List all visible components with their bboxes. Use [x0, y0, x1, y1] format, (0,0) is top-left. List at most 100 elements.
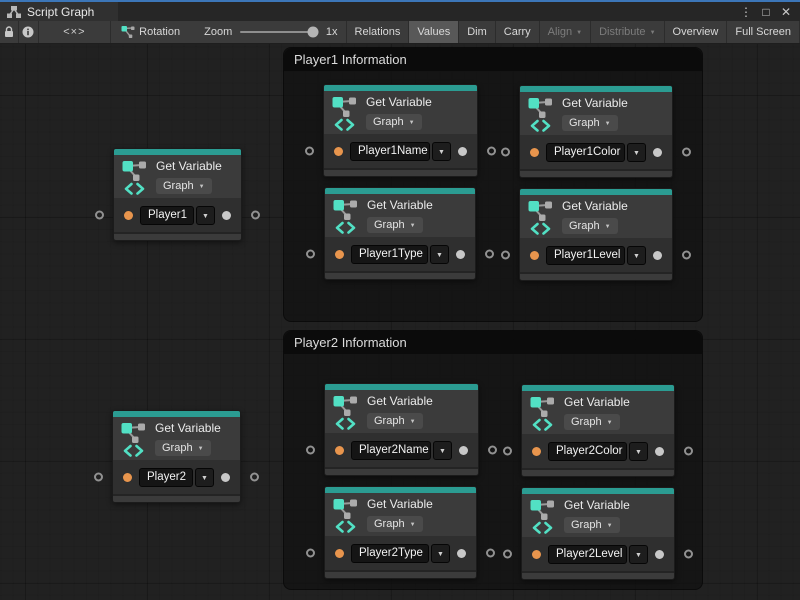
variable-name-port[interactable] — [530, 251, 539, 260]
node-header[interactable]: Get Variable Graph ▼ — [325, 390, 478, 433]
node-header[interactable]: Get Variable Graph ▼ — [324, 91, 477, 134]
variable-name-port[interactable] — [334, 147, 343, 156]
variable-scope-dropdown[interactable]: Graph ▼ — [564, 517, 620, 533]
value-output-port[interactable] — [457, 549, 466, 558]
output-connection-port[interactable] — [682, 148, 691, 157]
lock-button[interactable] — [0, 21, 18, 43]
node-header[interactable]: Get Variable Graph ▼ — [325, 493, 476, 536]
get-variable-node[interactable]: Get Variable Graph ▼ Player2Level ▼ — [521, 487, 675, 580]
variable-dropdown-arrow[interactable]: ▼ — [627, 246, 646, 265]
get-variable-node[interactable]: Get Variable Graph ▼ Player1Level ▼ — [519, 188, 673, 281]
variable-name-dropdown[interactable]: Player2Type — [351, 544, 429, 563]
value-output-port[interactable] — [222, 211, 231, 220]
menu-icon[interactable]: ⋮ — [738, 5, 754, 19]
get-variable-node[interactable]: Get Variable Graph ▼ Player2 ▼ — [112, 410, 241, 503]
variable-scope-dropdown[interactable]: Graph ▼ — [367, 217, 423, 233]
variable-name-dropdown[interactable]: Player2 — [139, 468, 193, 487]
variable-dropdown-arrow[interactable]: ▼ — [196, 206, 215, 225]
variable-name-dropdown[interactable]: Player1 — [140, 206, 194, 225]
get-variable-node[interactable]: Get Variable Graph ▼ Player2Type ▼ — [324, 486, 477, 579]
variable-name-port[interactable] — [530, 148, 539, 157]
toolbar-button-relations[interactable]: Relations — [346, 21, 409, 43]
variable-name-dropdown[interactable]: Player2Color — [548, 442, 627, 461]
variable-name-port[interactable] — [335, 446, 344, 455]
tab-script-graph[interactable]: Script Graph — [0, 0, 118, 21]
node-header[interactable]: Get Variable Graph ▼ — [114, 155, 241, 198]
get-variable-node[interactable]: Get Variable Graph ▼ Player1Type ▼ — [324, 187, 476, 280]
variable-dropdown-arrow[interactable]: ▼ — [432, 142, 451, 161]
variable-name-port[interactable] — [335, 549, 344, 558]
toolbar-button-dim[interactable]: Dim — [458, 21, 495, 43]
output-connection-port[interactable] — [486, 549, 495, 558]
info-button[interactable] — [19, 21, 38, 43]
toolbar-button-values[interactable]: Values — [408, 21, 458, 43]
input-connection-port[interactable] — [306, 250, 315, 259]
variable-name-dropdown[interactable]: Player1Type — [351, 245, 428, 264]
variable-name-dropdown[interactable]: Player1Color — [546, 143, 625, 162]
output-connection-port[interactable] — [684, 447, 693, 456]
output-connection-port[interactable] — [485, 250, 494, 259]
variable-name-dropdown[interactable]: Player2Level — [548, 545, 627, 564]
variable-name-port[interactable] — [123, 473, 132, 482]
input-connection-port[interactable] — [501, 251, 510, 260]
node-header[interactable]: Get Variable Graph ▼ — [522, 494, 674, 537]
output-connection-port[interactable] — [250, 473, 259, 482]
value-output-port[interactable] — [653, 251, 662, 260]
input-connection-port[interactable] — [503, 447, 512, 456]
variable-scope-dropdown[interactable]: Graph ▼ — [367, 516, 423, 532]
node-header[interactable]: Get Variable Graph ▼ — [325, 194, 475, 237]
variable-name-dropdown[interactable]: Player1Level — [546, 246, 625, 265]
input-connection-port[interactable] — [94, 473, 103, 482]
get-variable-node[interactable]: Get Variable Graph ▼ Player1Name ▼ — [323, 84, 478, 177]
zoom-slider[interactable] — [240, 31, 318, 33]
code-view-button[interactable]: <×> — [38, 21, 110, 43]
get-variable-node[interactable]: Get Variable Graph ▼ Player2Color ▼ — [521, 384, 675, 477]
variable-scope-dropdown[interactable]: Graph ▼ — [156, 178, 212, 194]
variable-scope-dropdown[interactable]: Graph ▼ — [366, 114, 422, 130]
input-connection-port[interactable] — [305, 147, 314, 156]
get-variable-node[interactable]: Get Variable Graph ▼ Player2Name ▼ — [324, 383, 479, 476]
toolbar-button-overview[interactable]: Overview — [664, 21, 727, 43]
value-output-port[interactable] — [459, 446, 468, 455]
graph-canvas[interactable]: Player1 InformationPlayer2 Information G… — [0, 44, 800, 600]
input-connection-port[interactable] — [306, 549, 315, 558]
variable-scope-dropdown[interactable]: Graph ▼ — [564, 414, 620, 430]
variable-name-port[interactable] — [532, 550, 541, 559]
variable-name-port[interactable] — [532, 447, 541, 456]
variable-dropdown-arrow[interactable]: ▼ — [629, 545, 648, 564]
toolbar-button-full-screen[interactable]: Full Screen — [726, 21, 800, 43]
variable-dropdown-arrow[interactable]: ▼ — [627, 143, 646, 162]
close-icon[interactable]: ✕ — [778, 5, 794, 19]
node-header[interactable]: Get Variable Graph ▼ — [522, 391, 674, 434]
node-header[interactable]: Get Variable Graph ▼ — [520, 195, 672, 238]
output-connection-port[interactable] — [684, 550, 693, 559]
variable-scope-dropdown[interactable]: Graph ▼ — [155, 440, 211, 456]
rotation-button[interactable]: Rotation — [111, 21, 190, 43]
value-output-port[interactable] — [653, 148, 662, 157]
value-output-port[interactable] — [655, 447, 664, 456]
variable-dropdown-arrow[interactable]: ▼ — [629, 442, 648, 461]
input-connection-port[interactable] — [503, 550, 512, 559]
node-header[interactable]: Get Variable Graph ▼ — [520, 92, 672, 135]
value-output-port[interactable] — [221, 473, 230, 482]
input-connection-port[interactable] — [95, 211, 104, 220]
toolbar-button-carry[interactable]: Carry — [495, 21, 539, 43]
variable-name-port[interactable] — [124, 211, 133, 220]
variable-scope-dropdown[interactable]: Graph ▼ — [367, 413, 423, 429]
variable-dropdown-arrow[interactable]: ▼ — [431, 544, 450, 563]
value-output-port[interactable] — [655, 550, 664, 559]
variable-dropdown-arrow[interactable]: ▼ — [195, 468, 214, 487]
output-connection-port[interactable] — [251, 211, 260, 220]
maximize-icon[interactable]: □ — [758, 5, 774, 19]
output-connection-port[interactable] — [488, 446, 497, 455]
get-variable-node[interactable]: Get Variable Graph ▼ Player1Color ▼ — [519, 85, 673, 178]
node-header[interactable]: Get Variable Graph ▼ — [113, 417, 240, 460]
variable-name-dropdown[interactable]: Player1Name — [350, 142, 430, 161]
variable-scope-dropdown[interactable]: Graph ▼ — [562, 218, 618, 234]
zoom-slider-handle[interactable] — [308, 27, 319, 38]
variable-scope-dropdown[interactable]: Graph ▼ — [562, 115, 618, 131]
group-header[interactable]: Player2 Information — [284, 331, 702, 354]
value-output-port[interactable] — [456, 250, 465, 259]
input-connection-port[interactable] — [501, 148, 510, 157]
output-connection-port[interactable] — [682, 251, 691, 260]
